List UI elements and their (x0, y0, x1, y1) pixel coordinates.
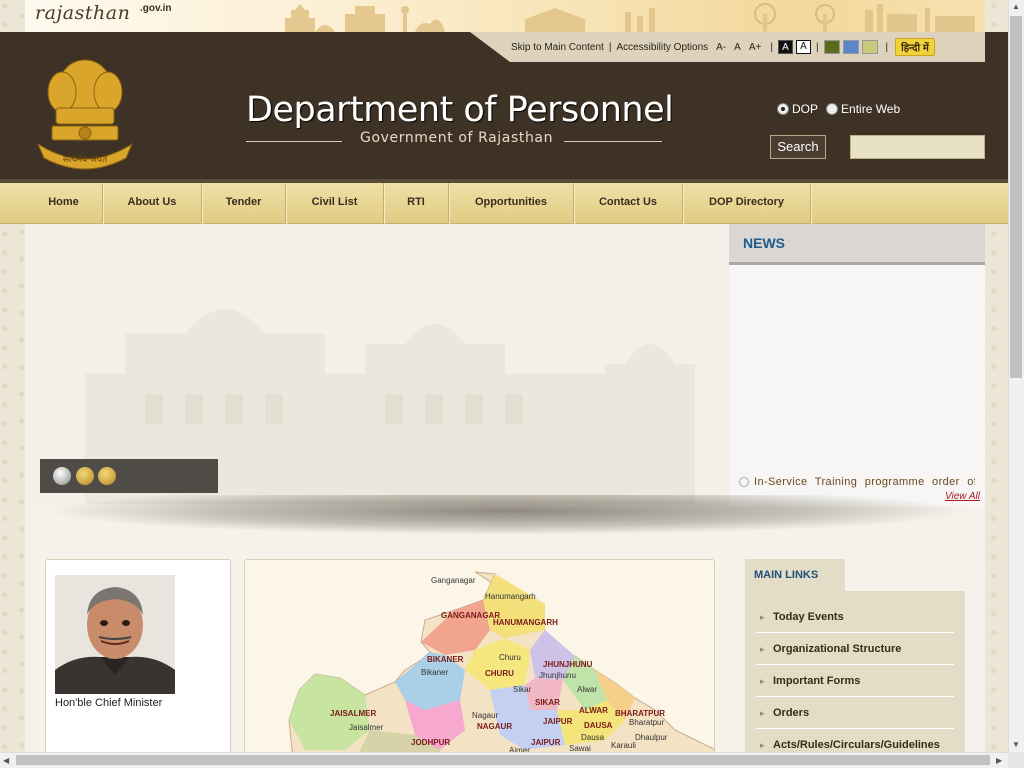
font-increase-button[interactable]: A+ (749, 42, 762, 53)
radio-dop-label: DOP (792, 102, 819, 116)
map-label: JAIPUR (543, 717, 573, 726)
map-label: JODHPUR (411, 738, 451, 747)
site-title: Department of Personnel (246, 90, 674, 130)
nav-rti[interactable]: RTI (384, 183, 449, 224)
rajasthan-logo[interactable]: rajasthan (35, 2, 130, 24)
slider-controls (40, 459, 218, 493)
map-label: ALWAR (579, 706, 608, 715)
main-nav: Home About Us Tender Civil List RTI Oppo… (0, 183, 1008, 224)
scroll-left-icon[interactable]: ◀ (3, 756, 9, 765)
map-label: Jhunjhunu (539, 671, 576, 680)
vertical-scroll-thumb[interactable] (1010, 16, 1022, 378)
site-subtitle: Government of Rajasthan (360, 130, 554, 146)
hindi-language-button[interactable]: हिन्दी में (895, 38, 935, 56)
svg-text:सत्यमेव जयते: सत्यमेव जयते (63, 153, 108, 165)
slider-dot-1[interactable] (53, 467, 71, 485)
map-label: SIKAR (535, 698, 560, 707)
nav-contact-us[interactable]: Contact Us (574, 183, 683, 224)
map-label: Karauli (611, 741, 636, 750)
font-normal-button[interactable]: A (734, 42, 741, 53)
site-title-block: Department of Personnel Government of Ra… (246, 90, 674, 150)
slider-dot-2[interactable] (76, 467, 94, 485)
map-label: BHARATPUR (615, 709, 666, 718)
nav-about-us[interactable]: About Us (103, 183, 202, 224)
map-label: NAGAUR (477, 722, 513, 731)
map-label: Nagaur (472, 711, 499, 720)
utility-links: Skip to Main Content | Accessibility Opt… (511, 36, 935, 58)
search-scope: DOP Entire Web (777, 102, 900, 116)
scrollbar-corner (1008, 752, 1024, 768)
map-label: GANGANAGAR (441, 611, 501, 620)
font-decrease-button[interactable]: A- (716, 42, 726, 53)
map-label: Sikar (513, 685, 532, 694)
search-input[interactable] (850, 135, 985, 159)
news-panel: NEWS In-Service Training programme order… (729, 224, 985, 506)
chief-minister-box: Hon'ble Chief Minister (45, 559, 231, 759)
map-label: Churu (499, 653, 521, 662)
map-label: Ganganagar (431, 576, 476, 585)
radio-entire-web-label: Entire Web (841, 102, 901, 116)
link-orders[interactable]: Orders (756, 697, 954, 729)
nav-opportunities[interactable]: Opportunities (449, 183, 574, 224)
map-label: Bikaner (421, 668, 449, 677)
map-label: HANUMANGARH (493, 618, 558, 627)
main-links-heading: MAIN LINKS (745, 559, 845, 591)
portal-strip: rajasthan .gov.in (25, 0, 985, 32)
news-item[interactable]: In-Service Training programme order of (739, 476, 975, 488)
accessibility-options-link[interactable]: Accessibility Options (616, 42, 708, 53)
radio-entire-web[interactable] (826, 103, 839, 115)
map-label: Bharatpur (629, 718, 665, 727)
map-label: DAUSA (584, 721, 613, 730)
slider-dot-3[interactable] (98, 467, 116, 485)
map-label: Jaisalmer (349, 723, 384, 732)
nav-civil-list[interactable]: Civil List (286, 183, 384, 224)
scroll-up-icon[interactable]: ▲ (1012, 2, 1020, 11)
map-label: JHUNJHUNU (543, 660, 593, 669)
scroll-down-icon[interactable]: ▼ (1012, 740, 1020, 749)
state-emblem-icon: सत्यमेव जयते (36, 59, 134, 170)
contrast-light-button[interactable]: A (795, 40, 811, 54)
chief-minister-photo[interactable] (55, 575, 175, 694)
search-button[interactable]: Search (770, 135, 826, 159)
theme-khaki-swatch[interactable] (861, 40, 878, 54)
contrast-dark-button[interactable]: A (777, 40, 793, 54)
theme-blue-swatch[interactable] (842, 40, 859, 54)
horizontal-scroll-thumb[interactable] (16, 755, 990, 765)
nav-tender[interactable]: Tender (202, 183, 286, 224)
map-label: JAISALMER (330, 709, 377, 718)
heritage-skyline-icon (285, 3, 975, 32)
nav-dop-directory[interactable]: DOP Directory (683, 183, 811, 224)
link-today-events[interactable]: Today Events (756, 601, 954, 633)
map-label: Alwar (577, 685, 598, 694)
link-important-forms[interactable]: Important Forms (756, 665, 954, 697)
radio-dop[interactable] (777, 103, 789, 115)
map-label: BIKANER (427, 655, 464, 664)
map-label: Hanumangarh (485, 592, 536, 601)
map-label: CHURU (485, 669, 514, 678)
skip-to-content-link[interactable]: Skip to Main Content (511, 42, 604, 53)
nav-home[interactable]: Home (25, 183, 103, 224)
chief-minister-caption: Hon'ble Chief Minister (55, 697, 163, 709)
news-heading: NEWS (729, 224, 985, 265)
link-organizational-structure[interactable]: Organizational Structure (756, 633, 954, 665)
theme-green-swatch[interactable] (823, 40, 840, 54)
map-label: JAIPUR (531, 738, 561, 747)
map-label: Dhaulpur (635, 733, 668, 742)
district-map: Ganganagar Hanumangarh GANGANAGAR HANUMA… (244, 559, 715, 759)
scroll-right-icon[interactable]: ▶ (996, 756, 1002, 765)
map-label: Dausa (581, 733, 605, 742)
banner-shadow (45, 495, 970, 535)
bullet-icon (739, 477, 749, 487)
rajasthan-logo-domain: .gov.in (140, 3, 172, 14)
main-links-panel: MAIN LINKS Today Events Organizational S… (745, 559, 965, 761)
